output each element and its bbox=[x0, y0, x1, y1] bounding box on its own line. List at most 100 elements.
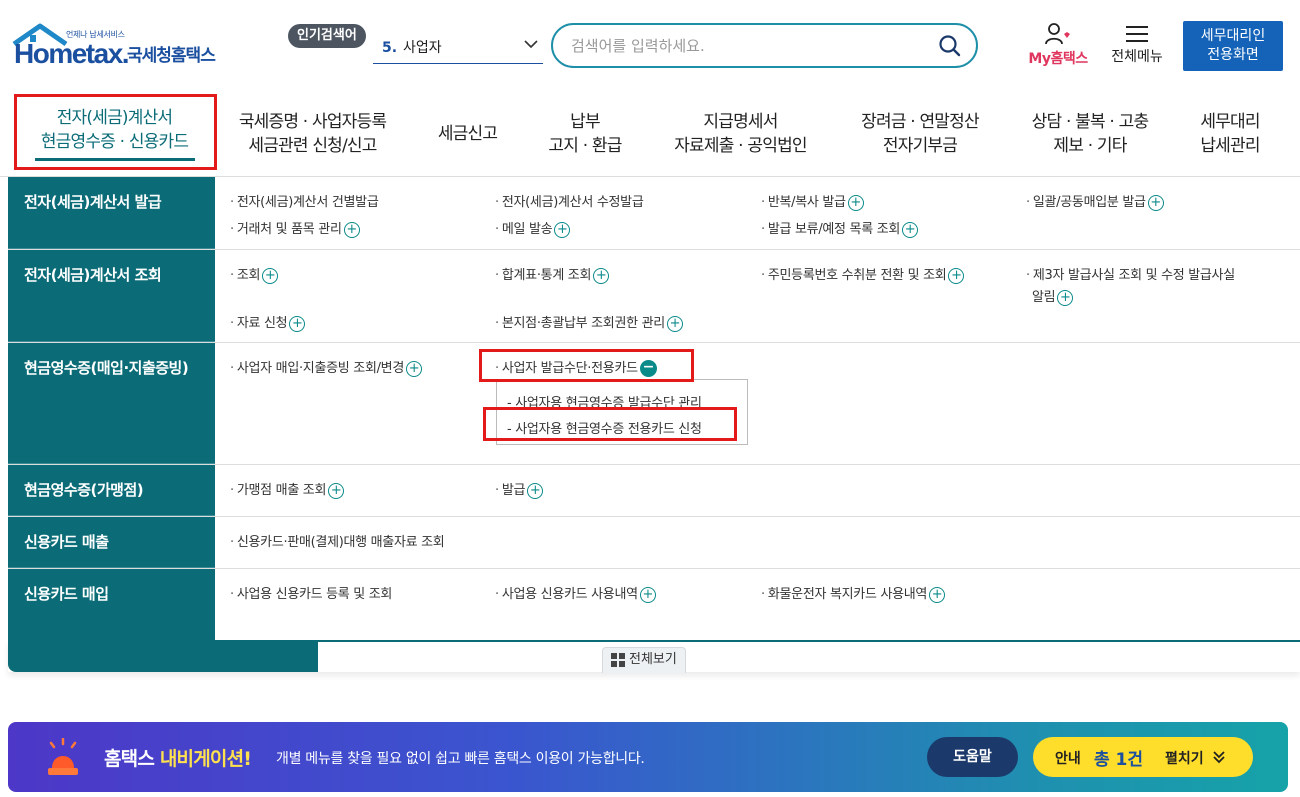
menu-link[interactable]: · 주민등록번호 수취분 전환 및 조회 + bbox=[761, 264, 965, 284]
plus-icon[interactable]: + bbox=[593, 267, 610, 284]
gnb-tab-consult[interactable]: 상담 · 불복 · 고충 제보 · 기타 bbox=[1015, 90, 1165, 177]
guide-expand-button[interactable]: 안내 총 1건 펼치기 bbox=[1033, 737, 1253, 777]
menu-link[interactable]: · 가맹점 매출 조회 + bbox=[230, 479, 345, 499]
menu-link[interactable]: · 전자(세금)계산서 수정발급 bbox=[495, 191, 644, 210]
gnb-tab-certificate[interactable]: 국세증명 · 사업자등록 세금관련 신청/신고 bbox=[225, 90, 400, 177]
menu-link[interactable]: · 자료 신청 + bbox=[230, 312, 306, 332]
view-all-button[interactable]: 전체보기 bbox=[602, 647, 686, 673]
hometax-logo[interactable]: 언제나 납세서비스 Hometax. 국세청홈택스 bbox=[10, 22, 225, 72]
tax-agent-line1: 세무대리인 bbox=[1200, 28, 1266, 44]
plus-icon[interactable]: + bbox=[406, 360, 423, 377]
logo-brand: Hometax. bbox=[14, 38, 130, 69]
submenu-link-card-apply[interactable]: - 사업자용 현금영수증 전용카드 신청 bbox=[507, 418, 702, 437]
menu-row: 현금영수증(가맹점) · 가맹점 매출 조회 + · 발급 + bbox=[8, 465, 1300, 517]
tax-agent-screen-button[interactable]: 세무대리인 전용화면 bbox=[1183, 21, 1283, 71]
menu-link[interactable]: · 사업자 매입·지출증빙 조회/변경 + bbox=[230, 357, 423, 377]
global-nav: 전자(세금)계산서 현금영수증 · 신용카드 국세증명 · 사업자등록 세금관련… bbox=[0, 90, 1300, 177]
category-label: 신용카드 매출 bbox=[8, 517, 215, 568]
grid-icon bbox=[611, 652, 625, 667]
plus-icon[interactable]: + bbox=[527, 482, 544, 499]
menu-link[interactable]: · 발급 + bbox=[495, 479, 544, 499]
menu-link[interactable]: · 발급 보류/예정 목록 조회 + bbox=[761, 218, 919, 238]
menu-link[interactable]: 알림 + bbox=[1032, 286, 1074, 306]
plus-icon[interactable]: + bbox=[639, 586, 656, 603]
gnb-line1: 납부 bbox=[570, 111, 600, 132]
plus-icon[interactable]: + bbox=[902, 221, 919, 238]
menu-link[interactable]: · 전자(세금)계산서 건별발급 bbox=[230, 191, 379, 210]
category-label: 현금영수증(매입·지출증빙) bbox=[8, 343, 215, 464]
gnb-line2: 제보 · 기타 bbox=[1053, 135, 1127, 156]
gnb-line2: 납세관리 bbox=[1200, 135, 1260, 156]
submenu-link[interactable]: - 사업자용 현금영수증 발급수단 관리 bbox=[507, 392, 702, 411]
search-input[interactable] bbox=[571, 33, 921, 59]
gnb-line2: 고지 · 환급 bbox=[548, 135, 622, 156]
mega-menu-footer: 전체보기 bbox=[8, 640, 1300, 673]
menu-row: 전자(세금)계산서 조회 · 조회 + · 합계표·통계 조회 + · 주민등록번호 수취… bbox=[8, 250, 1300, 343]
gnb-line1: 장려금 · 연말정산 bbox=[861, 111, 980, 132]
all-menu-button[interactable]: 전체메뉴 bbox=[1104, 24, 1170, 70]
logo-korean: 국세청홈택스 bbox=[127, 46, 216, 66]
all-menu-label: 전체메뉴 bbox=[1111, 49, 1163, 65]
menu-link[interactable]: · 사업용 신용카드 등록 및 조회 bbox=[230, 583, 392, 602]
menu-row: 신용카드 매출 · 신용카드·판매(결제)대행 매출자료 조회 bbox=[8, 517, 1300, 569]
menu-link[interactable]: · 일괄/공동매입분 발급 + bbox=[1026, 191, 1164, 211]
menu-link[interactable]: · 화물운전자 복지카드 사용내역 + bbox=[761, 583, 946, 603]
plus-icon[interactable]: + bbox=[262, 267, 279, 284]
help-button[interactable]: 도움말 bbox=[927, 737, 1018, 777]
plus-icon[interactable]: + bbox=[929, 586, 946, 603]
gnb-tab-statements[interactable]: 지급명세서 자료제출 · 공익법인 bbox=[658, 90, 823, 177]
gnb-line1: 국세증명 · 사업자등록 bbox=[238, 111, 387, 132]
menu-link[interactable]: · 메일 발송 + bbox=[495, 218, 571, 238]
menu-link[interactable]: · 합계표·통계 조회 + bbox=[495, 264, 610, 284]
menu-link[interactable]: · 제3자 발급사실 조회 및 수정 발급사실 bbox=[1026, 264, 1235, 283]
gnb-tab-tax-filing[interactable]: 세금신고 bbox=[420, 90, 515, 177]
popular-search-select[interactable]: 5. 사업자 bbox=[373, 32, 543, 64]
plus-icon[interactable]: + bbox=[1057, 289, 1074, 306]
gnb-line2: 세금관련 신청/신고 bbox=[248, 135, 377, 156]
mega-menu: 전자(세금)계산서 발급 · 전자(세금)계산서 건별발급 · 전자(세금)계산서 … bbox=[8, 177, 1300, 641]
banner-title: 홈택스 내비게이션! bbox=[104, 748, 252, 770]
gnb-line2: 현금영수증 · 신용카드 bbox=[40, 132, 189, 152]
menu-link[interactable]: · 사업용 신용카드 사용내역 + bbox=[495, 583, 656, 603]
plus-icon[interactable]: + bbox=[328, 482, 345, 499]
double-chevron-down-icon bbox=[1213, 751, 1225, 764]
guide-label: 안내 bbox=[1055, 751, 1081, 767]
gnb-tab-incentive[interactable]: 장려금 · 연말정산 전자기부금 bbox=[845, 90, 995, 177]
gnb-line1: 지급명세서 bbox=[703, 111, 778, 132]
gnb-tab-payment[interactable]: 납부 고지 · 환급 bbox=[530, 90, 640, 177]
my-hometax-button[interactable]: My홈택스 bbox=[1022, 22, 1094, 70]
menu-link[interactable]: · 신용카드·판매(결제)대행 매출자료 조회 bbox=[230, 531, 445, 550]
gnb-tab-einvoice-cashreceipt[interactable]: 전자(세금)계산서 현금영수증 · 신용카드 bbox=[22, 90, 207, 177]
gnb-tab-agent[interactable]: 세무대리 납세관리 bbox=[1185, 90, 1275, 177]
gnb-line1: 전자(세금)계산서 bbox=[56, 108, 173, 128]
popular-rank: 5. bbox=[382, 40, 398, 56]
tax-agent-line2: 전용화면 bbox=[1207, 47, 1259, 63]
gnb-line1: 세금신고 bbox=[437, 123, 498, 144]
menu-link[interactable]: · 반복/복사 발급 + bbox=[761, 191, 864, 211]
gnb-line1: 세무대리 bbox=[1200, 111, 1260, 132]
plus-icon[interactable]: + bbox=[289, 315, 306, 332]
banner-description: 개별 메뉴를 찾을 필요 없이 쉽고 빠른 홈택스 이용이 가능합니다. bbox=[276, 751, 645, 767]
menu-row: 전자(세금)계산서 발급 · 전자(세금)계산서 건별발급 · 전자(세금)계산서 … bbox=[8, 177, 1300, 250]
category-label: 신용카드 매입 bbox=[24, 585, 109, 603]
gnb-line2: 전자기부금 bbox=[882, 135, 958, 156]
expand-label: 펼치기 bbox=[1165, 751, 1204, 767]
my-hometax-label: My홈택스 bbox=[1028, 51, 1088, 67]
menu-link[interactable]: · 본지점·총괄납부 조회권한 관리 + bbox=[495, 312, 683, 332]
menu-link[interactable]: · 거래처 및 품목 관리 + bbox=[230, 218, 360, 238]
search-icon[interactable] bbox=[938, 34, 962, 58]
plus-icon[interactable]: + bbox=[948, 267, 965, 284]
minus-icon[interactable]: − bbox=[639, 360, 657, 377]
gnb-line2: 자료제출 · 공익법인 bbox=[674, 135, 807, 156]
plus-icon[interactable]: + bbox=[1147, 194, 1164, 211]
menu-link[interactable]: · 조회 + bbox=[230, 264, 279, 284]
plus-icon[interactable]: + bbox=[343, 221, 360, 238]
plus-icon[interactable]: + bbox=[847, 194, 864, 211]
menu-link-expanded[interactable]: · 사업자 발급수단·전용카드 − bbox=[495, 357, 657, 377]
hamburger-icon bbox=[1126, 26, 1148, 42]
footer-teal-block bbox=[8, 642, 318, 672]
plus-icon[interactable]: + bbox=[666, 315, 683, 332]
plus-icon[interactable]: + bbox=[554, 221, 571, 238]
navigation-banner: 홈택스 내비게이션! 개별 메뉴를 찾을 필요 없이 쉽고 빠른 홈택스 이용이… bbox=[8, 722, 1288, 792]
gnb-line1: 상담 · 불복 · 고충 bbox=[1031, 111, 1149, 132]
